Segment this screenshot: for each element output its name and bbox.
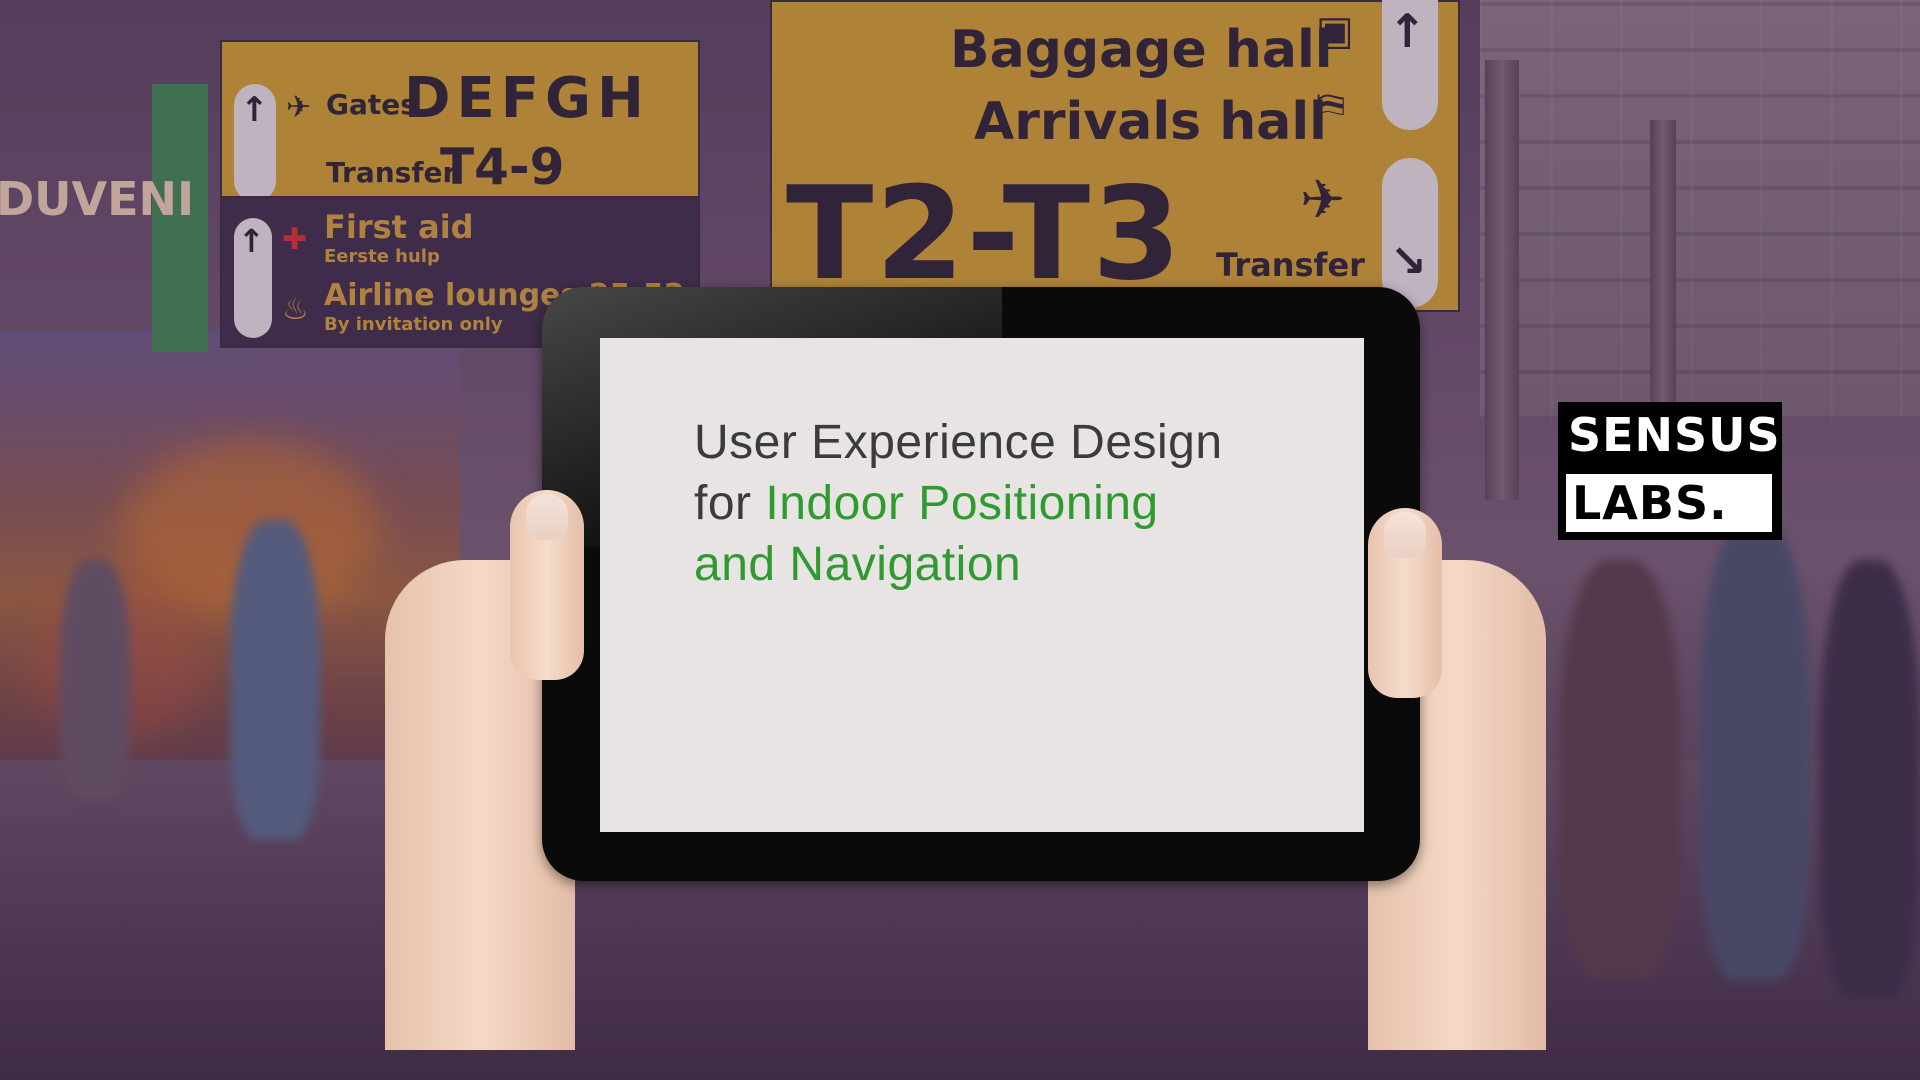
logo-bottom-text: LABS. bbox=[1572, 476, 1728, 530]
arrow-up-icon: ↑ bbox=[1388, 4, 1427, 58]
lounges-sub: By invitation only bbox=[324, 314, 503, 335]
baggage-label: Baggage hall bbox=[950, 20, 1333, 80]
title-accent-1: Indoor Positioning bbox=[765, 477, 1159, 530]
title-line-2: for Indoor Positioning bbox=[694, 473, 1314, 534]
terminal-transfer-label: Transfer bbox=[1216, 246, 1365, 284]
passenger bbox=[1820, 560, 1920, 1000]
lounge-icon: ♨ bbox=[282, 292, 309, 327]
first-aid-label: First aid bbox=[324, 208, 474, 246]
sensus-labs-logo: SENSUS LABS. bbox=[1558, 402, 1782, 540]
passenger bbox=[1700, 520, 1810, 980]
left-thumb-nail bbox=[526, 494, 568, 540]
first-aid-sub: Eerste hulp bbox=[324, 246, 440, 267]
ceiling-structure bbox=[1480, 0, 1920, 420]
shop-sign: DUVENI bbox=[0, 172, 195, 226]
title-accent-2: and Navigation bbox=[694, 538, 1022, 591]
arrow-up-icon: ↑ bbox=[240, 90, 269, 130]
passenger bbox=[1560, 560, 1680, 980]
arrivals-label: Arrivals hall bbox=[974, 92, 1327, 152]
arrow-up-icon: ↑ bbox=[238, 222, 265, 260]
transfer-label: Transfer bbox=[326, 156, 457, 189]
airplane-icon: ✈ bbox=[286, 90, 312, 125]
baggage-icon: ▣ bbox=[1316, 8, 1354, 54]
title-for: for bbox=[694, 477, 766, 530]
logo-bottom-box: LABS. bbox=[1566, 474, 1772, 532]
passenger bbox=[60, 560, 130, 800]
screen-title: User Experience Design for Indoor Positi… bbox=[694, 412, 1314, 595]
support-pillar bbox=[1485, 60, 1519, 500]
right-thumb-nail bbox=[1384, 512, 1426, 558]
title-line-1: User Experience Design bbox=[694, 416, 1223, 469]
arrow-down-right-icon: ↘ bbox=[1390, 236, 1427, 287]
transfer-icon: ✈ bbox=[1300, 168, 1346, 231]
transfer-value: T4-9 bbox=[440, 138, 565, 196]
gates-value: DEFGH bbox=[404, 66, 650, 131]
passenger bbox=[230, 520, 320, 840]
exit-person-icon: ⛿ bbox=[1316, 86, 1346, 132]
logo-top-text: SENSUS bbox=[1568, 408, 1781, 462]
first-aid-icon: ✚ bbox=[282, 222, 308, 257]
